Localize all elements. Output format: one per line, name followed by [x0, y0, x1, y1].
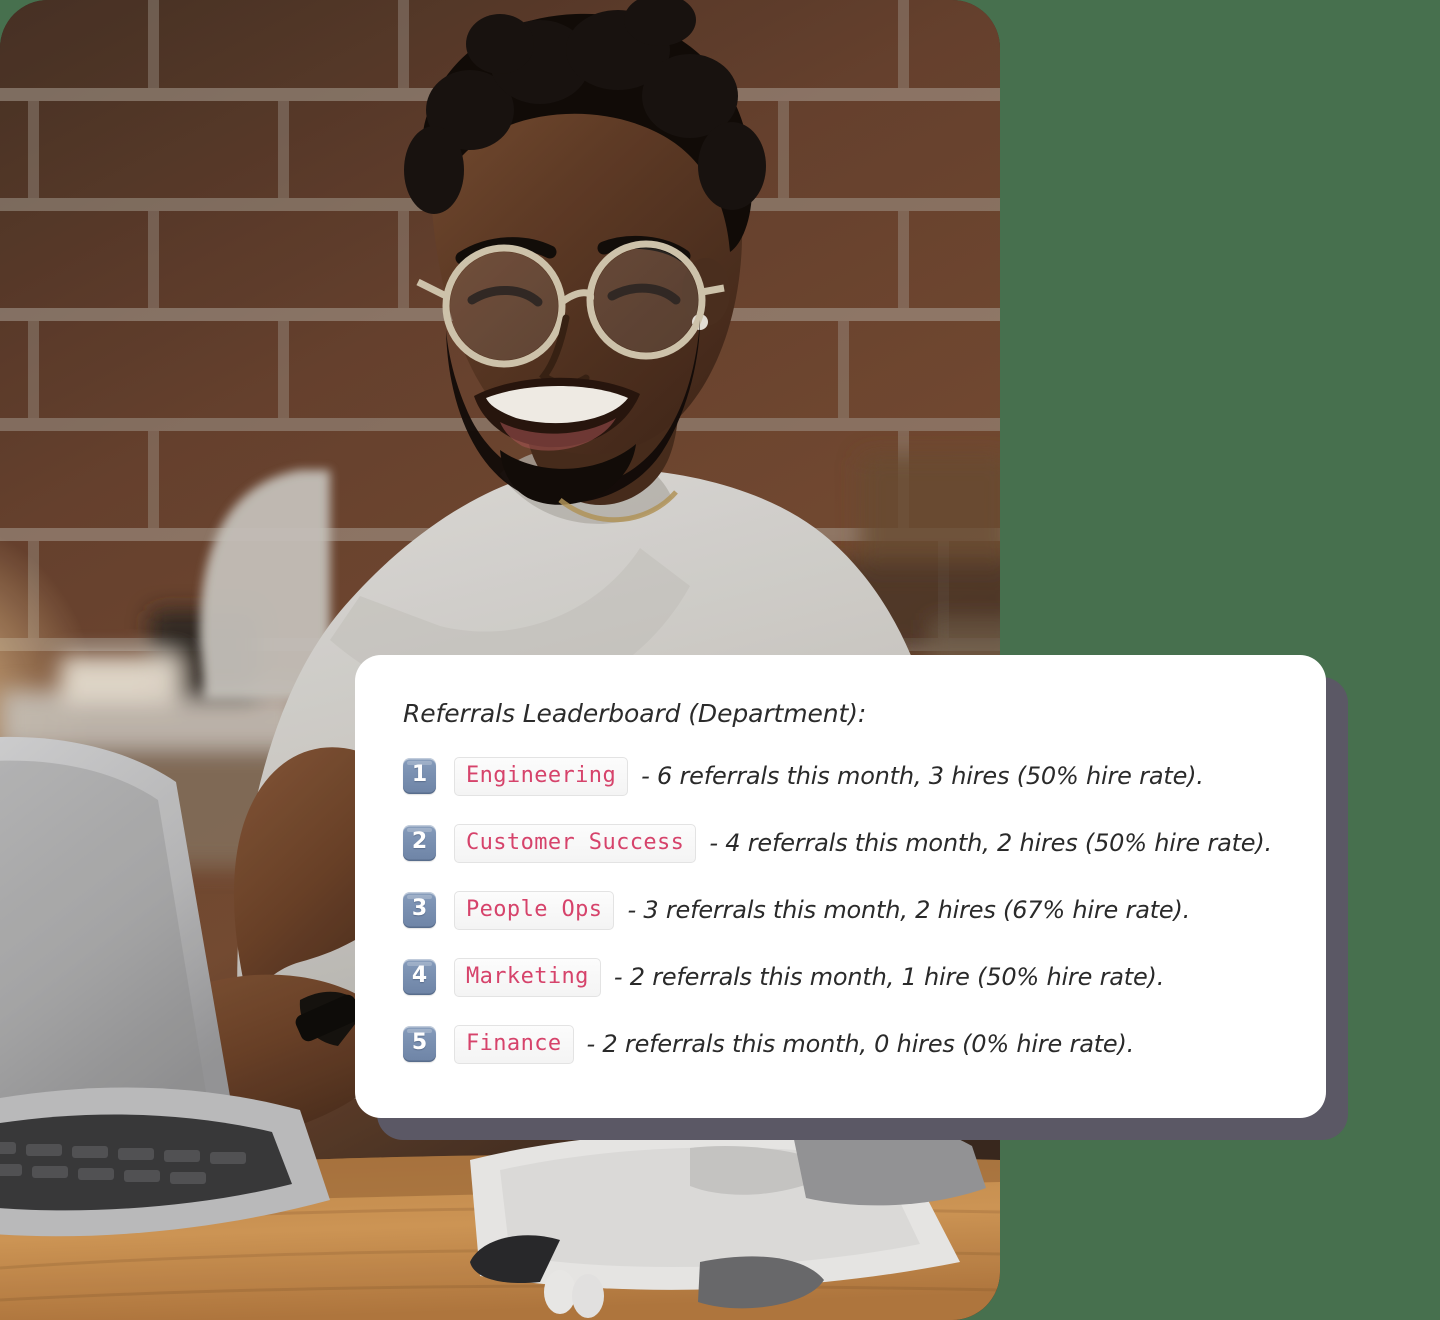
rank-badge-icon: 2 — [403, 825, 436, 861]
rank-badge-icon: 5 — [403, 1026, 436, 1062]
referral-stats-text: - 3 referrals this month, 2 hires (67% h… — [627, 896, 1191, 924]
referrals-leaderboard-card: Referrals Leaderboard (Department): 1 En… — [355, 655, 1326, 1118]
rank-badge-icon: 1 — [403, 758, 436, 794]
rank-number: 1 — [411, 762, 428, 787]
rank-number: 5 — [411, 1030, 428, 1055]
leaderboard-list: 1 Engineering - 6 referrals this month, … — [403, 751, 1286, 1069]
referral-stats-text: - 2 referrals this month, 0 hires (0% hi… — [586, 1030, 1135, 1058]
rank-number: 4 — [411, 963, 428, 988]
list-item: 5 Finance - 2 referrals this month, 0 hi… — [403, 1019, 1286, 1069]
list-item: 3 People Ops - 3 referrals this month, 2… — [403, 885, 1286, 935]
department-chip: People Ops — [454, 890, 615, 930]
list-item: 4 Marketing - 2 referrals this month, 1 … — [403, 952, 1286, 1002]
referral-stats-text: - 2 referrals this month, 1 hire (50% hi… — [613, 963, 1165, 991]
department-chip: Finance — [454, 1024, 574, 1064]
referral-stats-text: - 6 referrals this month, 3 hires (50% h… — [641, 762, 1204, 790]
list-item: 1 Engineering - 6 referrals this month, … — [403, 751, 1286, 801]
department-chip: Engineering — [454, 756, 629, 796]
card-title: Referrals Leaderboard (Department): — [403, 699, 867, 728]
referral-stats-text: - 4 referrals this month, 2 hires (50% h… — [709, 829, 1272, 857]
rank-badge-icon: 4 — [403, 959, 436, 995]
department-chip: Marketing — [454, 957, 601, 997]
rank-number: 2 — [411, 829, 428, 854]
rank-badge-icon: 3 — [403, 892, 436, 928]
department-chip: Customer Success — [454, 823, 697, 863]
rank-number: 3 — [411, 896, 428, 921]
list-item: 2 Customer Success - 4 referrals this mo… — [403, 818, 1286, 868]
